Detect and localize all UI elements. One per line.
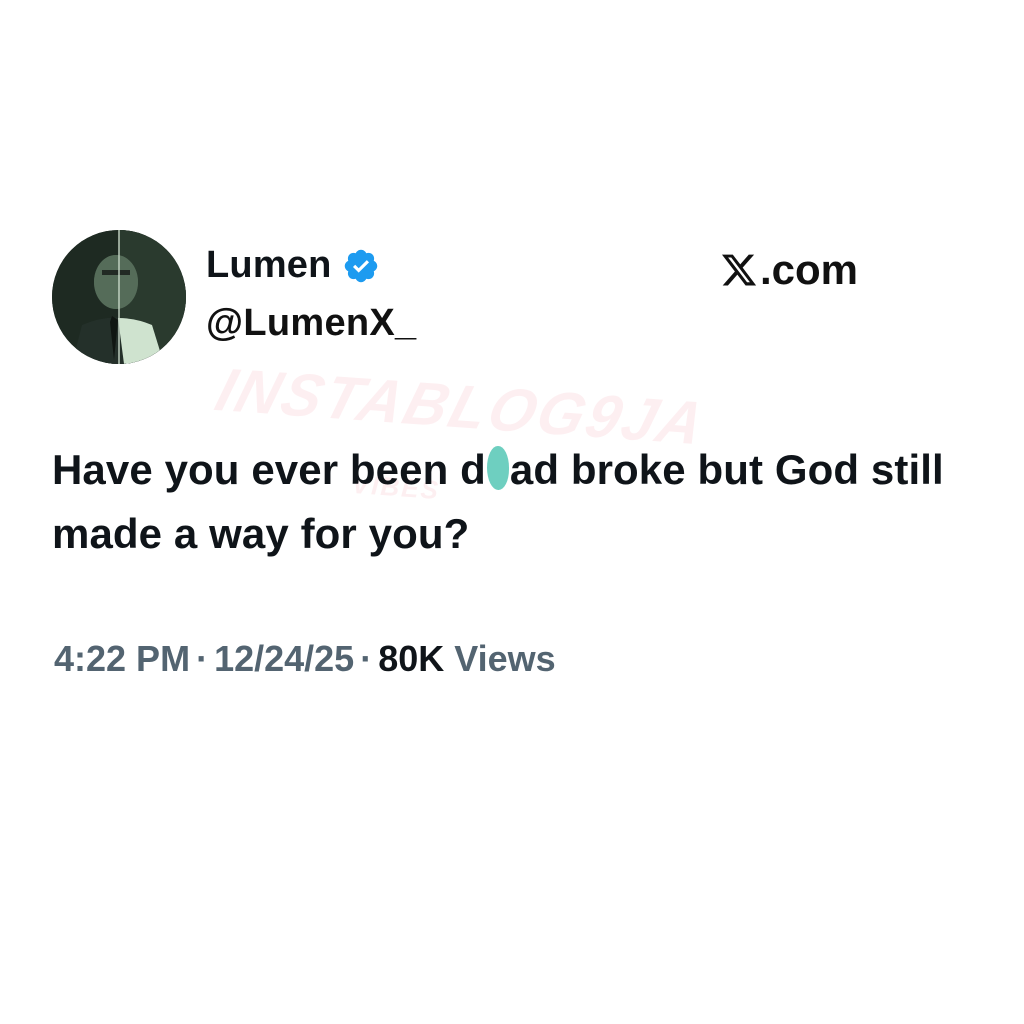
tweet-text-part-1: Have you ever been d [52,446,486,493]
censor-blob [486,446,509,490]
tweet-date[interactable]: 12/24/25 [214,638,354,679]
meta-separator: · [360,638,373,679]
meta-separator: · [196,638,209,679]
views-count: 80K [378,638,445,679]
site-domain-label: .com [760,246,859,293]
site-label: .com [720,246,858,294]
tweet-time[interactable]: 4:22 PM [54,638,190,679]
views-label: Views [454,638,556,679]
verified-badge-icon [342,247,380,285]
tweet-text: Have you ever been d ad broke but God sti… [52,438,952,566]
author-handle[interactable]: @LumenX_ [206,302,417,345]
avatar-portrait-icon [52,230,186,364]
author-display-name[interactable]: Lumen [206,244,332,287]
x-logo-icon [720,251,758,289]
author-name-row: Lumen [206,244,380,287]
tweet-meta: 4:22 PM · 12/24/25 · 80K Views [54,638,556,680]
avatar[interactable] [52,230,186,364]
